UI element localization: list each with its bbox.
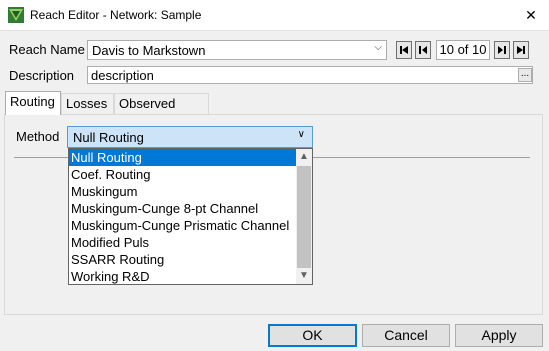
- reach-name-label: Reach Name: [9, 42, 85, 57]
- method-select[interactable]: Null Routing ∨: [67, 126, 313, 148]
- reach-name-value: Davis to Markstown: [92, 43, 206, 58]
- first-record-button[interactable]: [396, 41, 412, 59]
- tab-routing[interactable]: Routing: [5, 91, 61, 115]
- description-browse-button[interactable]: ...: [518, 68, 532, 82]
- last-record-button[interactable]: [513, 41, 529, 59]
- method-label: Method: [16, 129, 60, 144]
- title-bar: Reach Editor - Network: Sample ✕: [0, 0, 549, 31]
- dropdown-scrollbar[interactable]: ▲ ▼: [296, 149, 312, 284]
- scroll-up-icon[interactable]: ▲: [296, 149, 312, 165]
- window-title: Reach Editor - Network: Sample: [30, 8, 202, 22]
- description-label: Description: [9, 68, 75, 83]
- previous-record-button[interactable]: [415, 41, 431, 59]
- close-icon[interactable]: ✕: [513, 0, 549, 30]
- next-record-icon: [498, 46, 506, 54]
- method-option[interactable]: Modified Puls: [69, 234, 297, 251]
- chevron-down-icon: ⌵: [374, 42, 382, 53]
- method-option[interactable]: SSARR Routing: [69, 251, 297, 268]
- method-option[interactable]: Coef. Routing: [69, 166, 297, 183]
- method-option[interactable]: Muskingum-Cunge Prismatic Channel: [69, 217, 297, 234]
- reach-name-select[interactable]: Davis to Markstown ⌵: [87, 40, 387, 60]
- description-field[interactable]: description: [87, 66, 533, 84]
- method-option[interactable]: Muskingum: [69, 183, 297, 200]
- description-value: description: [91, 68, 154, 83]
- apply-button[interactable]: Apply: [455, 324, 543, 347]
- chevron-down-icon: ∨: [297, 129, 305, 140]
- first-record-icon: [400, 46, 408, 54]
- app-icon: [8, 7, 24, 23]
- method-option[interactable]: Null Routing: [69, 149, 297, 166]
- scroll-down-icon[interactable]: ▼: [296, 268, 312, 284]
- cancel-button[interactable]: Cancel: [362, 324, 450, 347]
- method-option[interactable]: Muskingum-Cunge 8-pt Channel: [69, 200, 297, 217]
- tab-observed-data[interactable]: Observed Data: [114, 93, 209, 126]
- previous-record-icon: [419, 46, 427, 54]
- tab-losses[interactable]: Losses: [61, 93, 114, 114]
- ok-button[interactable]: OK: [268, 324, 357, 347]
- next-record-button[interactable]: [494, 41, 510, 59]
- scroll-thumb[interactable]: [297, 166, 311, 268]
- method-dropdown-list[interactable]: Null Routing Coef. Routing Muskingum Muskin…: [68, 148, 313, 285]
- record-counter: 10 of 10: [436, 40, 490, 60]
- method-value: Null Routing: [73, 130, 144, 145]
- last-record-icon: [517, 46, 525, 54]
- method-option[interactable]: Working R&D: [69, 268, 297, 285]
- method-options: Null Routing Coef. Routing Muskingum Muskin…: [69, 149, 297, 285]
